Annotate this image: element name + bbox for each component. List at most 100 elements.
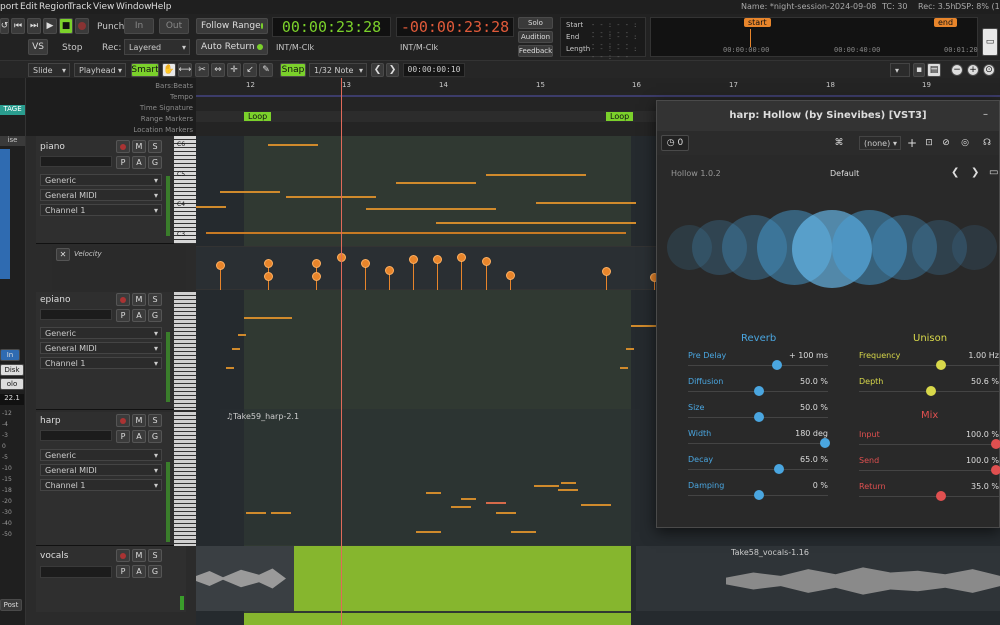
content-tool-button[interactable]: ✎ — [259, 63, 273, 77]
velocity-handle[interactable] — [482, 257, 491, 266]
loop-button[interactable]: ↺ — [0, 18, 9, 34]
velocity-handle[interactable] — [264, 259, 273, 268]
nudge-clock[interactable]: 00:00:00:10 — [403, 63, 465, 77]
zoom-in-button[interactable]: + — [967, 64, 979, 76]
group-button[interactable]: G — [148, 430, 162, 443]
draw-tool-button[interactable]: ↙ — [243, 63, 257, 77]
velocity-handle[interactable] — [312, 259, 321, 268]
track-header-epiano[interactable]: epiano M S P A G Generic ▾ General MIDI ▾ … — [36, 292, 186, 410]
vs-button[interactable]: VS — [28, 39, 48, 55]
menu-window[interactable]: Window — [116, 2, 152, 12]
strip-post-button[interactable]: Post — [0, 599, 22, 611]
snap-button[interactable]: Snap — [280, 63, 306, 77]
mute-button[interactable]: M — [132, 293, 146, 306]
param-slider-handle[interactable] — [820, 438, 830, 448]
menu-file[interactable]: port — [0, 2, 18, 12]
mini-timeline[interactable]: start end 00:00:00:00 00:00:40:00 00:01:… — [650, 17, 978, 57]
play-button[interactable]: ▶ — [43, 18, 57, 34]
instrument-select[interactable]: Generic ▾ — [40, 449, 162, 461]
channel-select[interactable]: Channel 1 ▾ — [40, 479, 162, 491]
mix-param-2[interactable]: Return 35.0 % — [859, 482, 999, 506]
midnam-select[interactable]: General MIDI ▾ — [40, 342, 162, 354]
param-slider-handle[interactable] — [754, 386, 764, 396]
rec-arm-button[interactable] — [116, 140, 130, 153]
secondary-clock[interactable]: -00:00:23:28 — [396, 17, 514, 37]
close-icon[interactable]: ✕ — [56, 248, 70, 261]
param-slider-handle[interactable] — [935, 360, 946, 370]
mix-param-1[interactable]: Send 100.0 % — [859, 456, 1000, 480]
playlist-button[interactable]: P — [116, 565, 130, 578]
param-slider-handle[interactable] — [935, 491, 946, 501]
automation-button[interactable]: A — [132, 156, 146, 169]
mute-button[interactable]: M — [132, 549, 146, 562]
reverb-param-5[interactable]: Damping 0 % — [688, 481, 828, 505]
visible-tracks-button[interactable]: ▤ — [927, 63, 941, 77]
smart-mode-button[interactable]: Smart — [131, 63, 159, 77]
mute-button[interactable]: M — [132, 140, 146, 153]
stretch-tool-button[interactable]: ⇔ — [211, 63, 225, 77]
loop-marker-start[interactable]: Loop — [244, 112, 272, 121]
velocity-handle[interactable] — [457, 253, 466, 262]
track-fader[interactable] — [40, 156, 112, 167]
epiano-keyboard[interactable] — [174, 292, 196, 410]
group-button[interactable]: G — [148, 156, 162, 169]
audition-tool-button[interactable]: ✛ — [227, 63, 241, 77]
rec-arm-button[interactable] — [116, 549, 130, 562]
track-name-epiano[interactable]: epiano — [40, 295, 70, 305]
track-name-piano[interactable]: piano — [40, 142, 65, 152]
strip-in-button[interactable]: In — [0, 349, 20, 361]
solo-button[interactable]: S — [148, 293, 162, 306]
strip-solo-button[interactable]: olo — [0, 378, 24, 390]
channel-select[interactable]: Channel 1 ▾ — [40, 357, 162, 369]
punch-out-button[interactable]: Out — [159, 18, 189, 34]
velocity-handle[interactable] — [361, 259, 370, 268]
menu-track[interactable]: Track — [68, 2, 92, 12]
playhead-select[interactable]: Playhead ▾ — [74, 63, 126, 77]
zoom-fit-button[interactable]: ⊙ — [983, 64, 995, 76]
auto-return-button[interactable]: Auto Return — [196, 39, 268, 55]
loop-marker-end[interactable]: Loop — [606, 112, 634, 121]
automation-button[interactable]: A — [132, 565, 146, 578]
grid-select[interactable]: 1/32 Note ▾ — [309, 63, 367, 77]
zoom-out-button[interactable]: − — [951, 64, 963, 76]
solo-button[interactable]: S — [148, 140, 162, 153]
playlist-button[interactable]: P — [116, 430, 130, 443]
follow-range-button[interactable]: Follow Range — [196, 18, 268, 34]
param-slider-handle[interactable] — [772, 360, 783, 370]
track-name-harp[interactable]: harp — [40, 416, 61, 426]
automation-button[interactable]: A — [132, 430, 146, 443]
nudge-forward-button[interactable]: ❯ — [386, 63, 399, 77]
reverb-param-0[interactable]: Pre Delay + 100 ms — [688, 351, 828, 375]
playlist-button[interactable]: P — [116, 309, 130, 322]
velocity-handle[interactable] — [602, 267, 611, 276]
preset-select[interactable]: (none) ▾ — [859, 136, 901, 150]
track-header-harp[interactable]: harp M S P A G Generic ▾ General MIDI ▾ Ch… — [36, 412, 186, 546]
save-preset-icon[interactable]: ⊡ — [922, 135, 936, 151]
velocity-handle[interactable] — [506, 271, 515, 280]
vocals-region-selected[interactable] — [294, 546, 631, 611]
param-slider-handle[interactable] — [754, 490, 764, 500]
range-tool-button[interactable]: ⟷ — [178, 63, 192, 77]
primary-clock[interactable]: 00:00:23:28 — [272, 17, 391, 37]
cut-tool-button[interactable]: ✂ — [195, 63, 209, 77]
midnam-select[interactable]: General MIDI ▾ — [40, 189, 162, 201]
channel-select[interactable]: Channel 1 ▾ — [40, 204, 162, 216]
param-slider-track[interactable] — [859, 470, 999, 471]
zoom-to-session-button[interactable]: ▪ — [913, 63, 925, 77]
grab-tool-button[interactable]: ✋ — [162, 63, 176, 77]
punch-in-button[interactable]: In — [124, 18, 154, 34]
mute-button[interactable]: M — [132, 414, 146, 427]
reverb-param-2[interactable]: Size 50.0 % — [688, 403, 828, 427]
velocity-handle[interactable] — [409, 255, 418, 264]
bypass-icon[interactable]: ◎ — [958, 135, 972, 151]
mix-param-0[interactable]: Input 100.0 % — [859, 430, 1000, 454]
rec-arm-button[interactable] — [116, 293, 130, 306]
param-slider-track[interactable] — [859, 496, 999, 497]
strip-fader[interactable] — [0, 149, 10, 279]
track-fader[interactable] — [40, 430, 112, 441]
velocity-handle[interactable] — [312, 272, 321, 281]
menu-view[interactable]: View — [93, 2, 114, 12]
track-fader[interactable] — [40, 566, 112, 578]
midnam-select[interactable]: General MIDI ▾ — [40, 464, 162, 476]
editor-mixer-toggle[interactable]: ▭ — [982, 28, 998, 56]
